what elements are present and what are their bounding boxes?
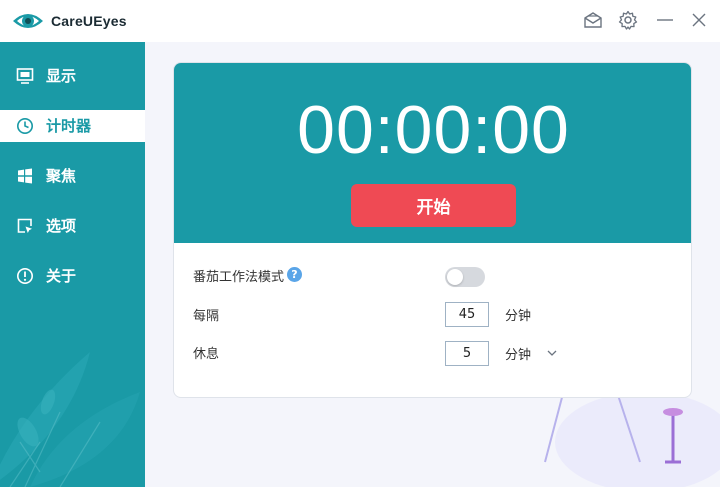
title-bar: CareUEyes [0,0,720,42]
timer-display: 00:00:00 [297,92,570,168]
sidebar-item-display[interactable]: 显示 [0,60,145,92]
interval-input[interactable] [445,302,489,327]
sidebar-item-label: 关于 [46,267,77,285]
app-title: CareUEyes [51,13,127,29]
toggle-knob [447,269,463,285]
rest-label: 休息 [193,347,220,362]
help-icon[interactable]: ? [287,267,302,282]
chevron-down-icon[interactable] [546,347,558,359]
minimize-button[interactable] [650,6,680,34]
main-content: 00:00:00 开始 番茄工作法模式 ? 每隔 分钟 休息 分钟 [145,42,720,487]
pomodoro-label: 番茄工作法模式 [193,270,285,285]
sidebar-item-options[interactable]: 选项 [0,210,145,242]
sidebar-item-label: 聚焦 [46,167,77,185]
leaf-decoration-icon [0,352,140,487]
gear-icon [618,10,638,30]
sidebar-item-focus[interactable]: 聚焦 [0,160,145,192]
mail-icon [584,12,602,28]
close-button[interactable] [684,6,714,34]
pomodoro-toggle[interactable] [445,267,485,287]
timer-panel: 00:00:00 开始 [174,63,691,243]
sidebar-item-about[interactable]: 关于 [0,260,145,292]
windows-icon [18,168,32,184]
mail-button[interactable] [578,6,608,34]
timer-settings: 番茄工作法模式 ? 每隔 分钟 休息 分钟 [174,243,691,397]
sidebar-item-label: 计时器 [46,117,92,135]
timer-card: 00:00:00 开始 番茄工作法模式 ? 每隔 分钟 休息 分钟 [173,62,692,398]
settings-button[interactable] [613,6,643,34]
rest-unit: 分钟 [505,348,532,363]
clock-icon [17,118,33,134]
sidebar-item-timer[interactable]: 计时器 [0,110,145,142]
interval-label: 每隔 [193,309,220,324]
eye-logo-icon [13,14,43,28]
close-icon [692,13,706,27]
cursor-icon [17,218,32,233]
minimize-icon [657,19,673,21]
sidebar: 显示 计时器 聚焦 选项 关于 [0,42,145,487]
interval-unit: 分钟 [505,309,532,324]
sidebar-item-label: 显示 [46,67,77,85]
sidebar-item-label: 选项 [46,217,77,235]
info-icon [17,268,33,284]
rest-input[interactable] [445,341,489,366]
start-button[interactable]: 开始 [351,184,516,227]
monitor-icon [16,68,34,84]
